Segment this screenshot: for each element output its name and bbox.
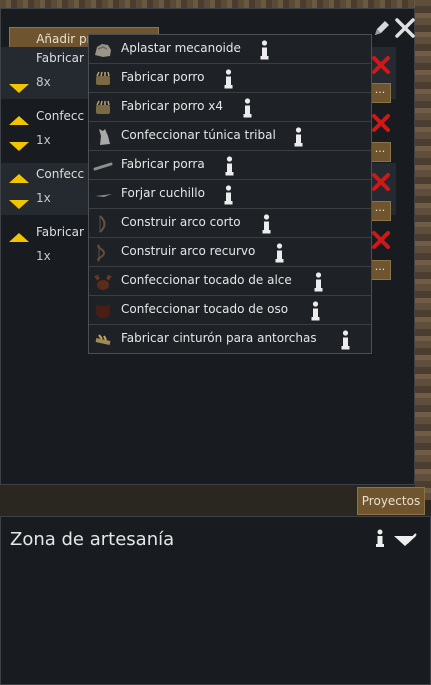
menu-item-label: Construir arco recurvo — [121, 244, 256, 258]
bill-details-button[interactable]: ... — [369, 260, 391, 280]
info-icon[interactable] — [223, 156, 236, 176]
world-background-right — [415, 0, 431, 500]
menu-item-label: Confeccionar túnica tribal — [121, 128, 276, 142]
bill-title[interactable]: Confecc — [36, 167, 84, 181]
info-icon[interactable] — [312, 272, 325, 292]
move-down-icon[interactable] — [9, 200, 29, 209]
menu-item[interactable]: Fabricar porro x4 — [89, 93, 371, 122]
bill-title[interactable]: Confecc — [36, 109, 84, 123]
menu-item[interactable]: Construir arco recurvo — [89, 238, 371, 267]
collapse-icon[interactable] — [393, 533, 417, 547]
move-down-icon[interactable] — [9, 142, 29, 151]
menu-item[interactable]: Fabricar cinturón para antorchas — [89, 325, 371, 354]
info-icon[interactable] — [373, 529, 387, 547]
menu-item[interactable]: Aplastar mecanoide — [89, 35, 371, 64]
bill-details-button[interactable]: ... — [369, 83, 391, 103]
menu-item[interactable]: Confeccionar tocado de alce — [89, 267, 371, 296]
recipe-dropdown-menu: Aplastar mecanoide Fabricar porro Fabric… — [88, 34, 372, 354]
menu-item[interactable]: Forjar cuchillo — [89, 180, 371, 209]
menu-item-label: Fabricar porro — [121, 70, 205, 84]
bill-count: 1x — [36, 191, 51, 205]
bill-details-button[interactable]: ... — [369, 201, 391, 221]
rename-icon[interactable] — [373, 19, 391, 37]
info-icon[interactable] — [260, 214, 273, 234]
menu-item[interactable]: Construir arco corto — [89, 209, 371, 238]
torch-belt-icon — [95, 334, 111, 345]
move-up-icon[interactable] — [9, 174, 29, 183]
bill-count: 1x — [36, 133, 51, 147]
info-icon[interactable] — [273, 243, 286, 263]
info-icon[interactable] — [258, 40, 271, 60]
bill-count: 8x — [36, 75, 51, 89]
menu-item-label: Fabricar cinturón para antorchas — [121, 331, 317, 345]
menu-item-label: Fabricar porro x4 — [121, 99, 223, 113]
projects-button[interactable]: Proyectos — [357, 487, 425, 515]
elk-headdress-icon — [94, 274, 112, 290]
menu-item-label: Aplastar mecanoide — [121, 41, 241, 55]
menu-item-label: Fabricar porra — [121, 157, 205, 171]
close-icon[interactable] — [394, 17, 416, 39]
move-up-icon[interactable] — [9, 233, 29, 242]
menu-item[interactable]: Fabricar porra — [89, 151, 371, 180]
info-icon[interactable] — [292, 127, 305, 147]
menu-item-label: Construir arco corto — [121, 215, 241, 229]
delete-bill-icon[interactable] — [371, 55, 391, 75]
short-bow-icon — [99, 215, 106, 233]
delete-bill-icon[interactable] — [371, 172, 391, 192]
mechanoid-icon — [95, 44, 111, 57]
bill-details-button[interactable]: ... — [369, 142, 391, 162]
recurve-bow-icon — [97, 244, 105, 262]
bill-count: 1x — [36, 249, 51, 263]
bill-title[interactable]: Fabricar — [36, 225, 84, 239]
menu-item[interactable]: Confeccionar tocado de oso — [89, 296, 371, 325]
delete-bill-icon[interactable] — [371, 113, 391, 133]
move-down-icon[interactable] — [9, 84, 29, 93]
menu-item[interactable]: Fabricar porro — [89, 64, 371, 93]
tribal-tunic-icon — [99, 129, 110, 145]
bill-title[interactable]: Fabricar — [36, 51, 84, 65]
joint-icon — [96, 71, 110, 85]
club-icon — [93, 162, 113, 171]
info-icon[interactable] — [241, 98, 254, 118]
inspect-panel: Zona de artesanía — [0, 516, 431, 685]
delete-bill-icon[interactable] — [371, 230, 391, 250]
info-icon[interactable] — [309, 301, 322, 321]
zone-title: Zona de artesanía — [10, 529, 175, 550]
move-up-icon[interactable] — [9, 116, 29, 125]
info-icon[interactable] — [339, 330, 352, 350]
menu-item-label: Confeccionar tocado de alce — [121, 273, 292, 287]
info-icon[interactable] — [222, 69, 235, 89]
joint-icon — [96, 100, 110, 114]
bear-headdress-icon — [96, 305, 110, 318]
knife-icon — [95, 194, 112, 197]
world-background — [0, 0, 431, 8]
menu-item-label: Forjar cuchillo — [121, 186, 205, 200]
menu-item[interactable]: Confeccionar túnica tribal — [89, 122, 371, 151]
menu-item-label: Confeccionar tocado de oso — [121, 302, 289, 316]
info-icon[interactable] — [222, 185, 235, 205]
